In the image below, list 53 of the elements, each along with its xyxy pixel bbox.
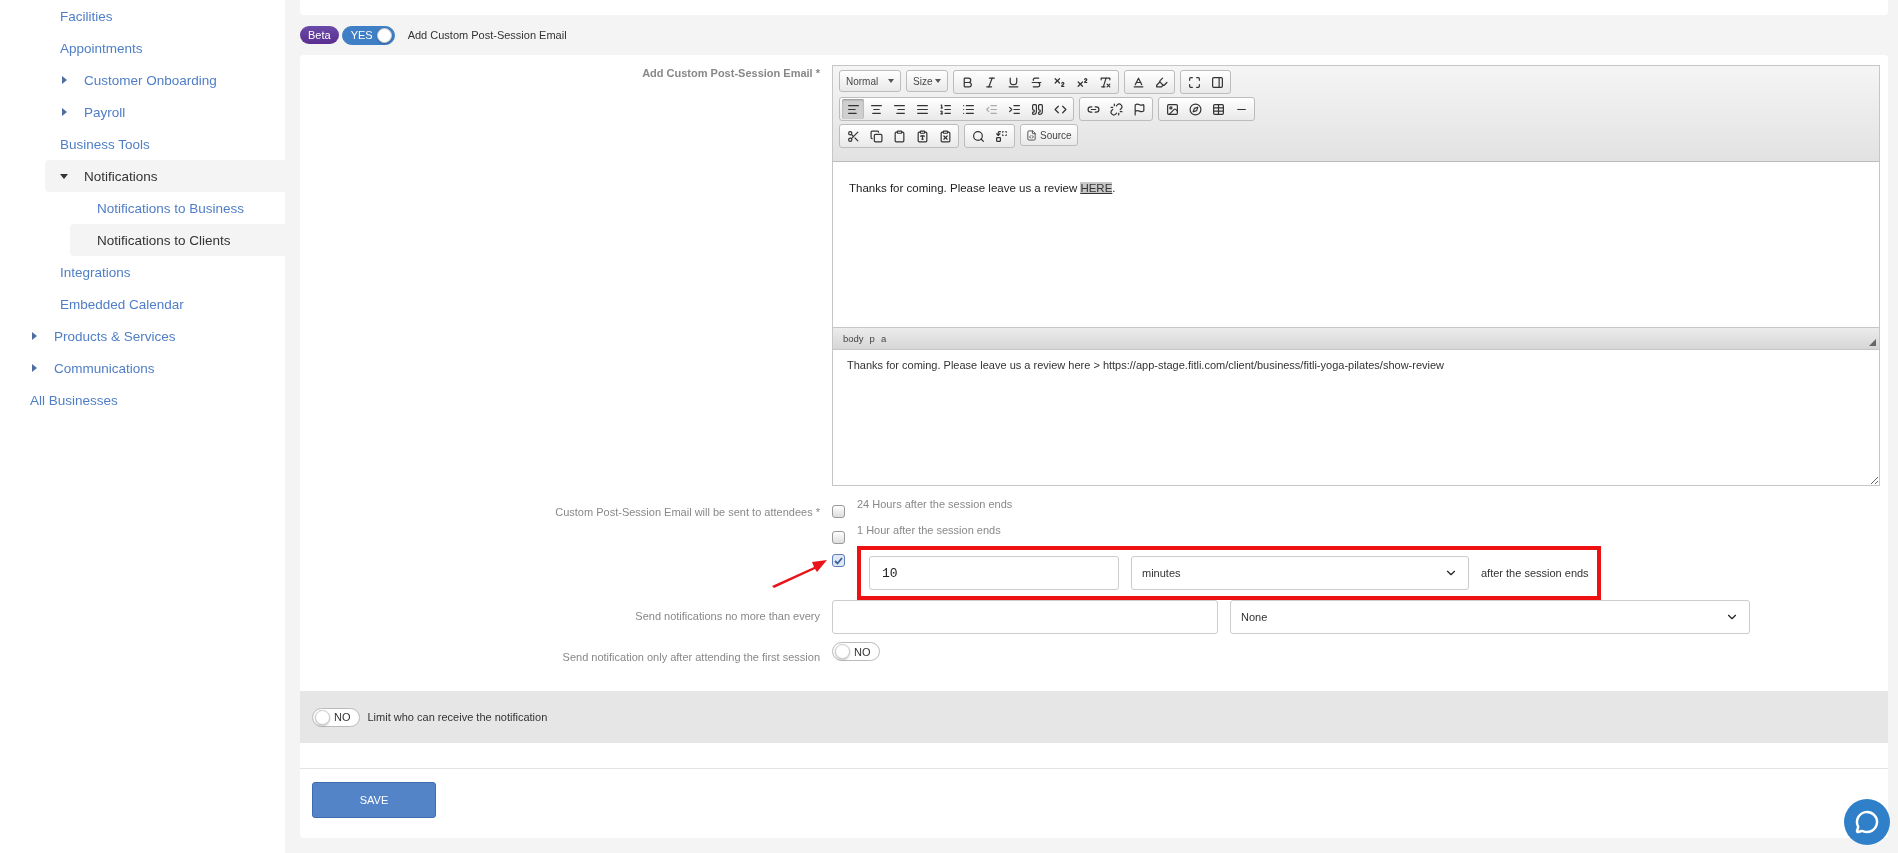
sidebar-item[interactable]: Payroll xyxy=(45,96,285,128)
save-button[interactable]: SAVE xyxy=(312,782,436,818)
sidebar-item[interactable]: Communications xyxy=(30,352,285,384)
email-body-text: Thanks for coming. Please leave us a review HERE. xyxy=(849,182,1116,194)
element-path-item[interactable]: body xyxy=(843,333,864,344)
suffix-label: after the session ends xyxy=(1481,567,1589,579)
unit-select[interactable]: minutes xyxy=(1131,556,1469,590)
checkbox[interactable] xyxy=(832,554,845,567)
caret-icon xyxy=(60,172,68,180)
sidebar-item[interactable]: Customer Onboarding xyxy=(45,64,285,96)
limit-label: Limit who can receive the notification xyxy=(367,711,548,723)
plain-text-field[interactable]: Thanks for coming. Please leave us a review here > https://app-stage.fitli.com/client/business/fitli-yoga-pilates/show-review xyxy=(833,349,1879,485)
sidebar-item[interactable]: Appointments xyxy=(45,32,285,64)
caret-icon xyxy=(935,79,941,83)
field-label: Add Custom Post-Session Email * xyxy=(642,66,820,79)
sidebar-item[interactable]: Notifications to Business xyxy=(70,192,285,224)
sidebar-item[interactable]: Business Tools xyxy=(45,128,285,160)
checkbox[interactable] xyxy=(832,530,845,544)
align-left-icon[interactable] xyxy=(842,99,864,119)
sidebar-item[interactable]: Integrations xyxy=(45,256,285,288)
interval-select[interactable]: None xyxy=(1230,600,1750,634)
option-label: 1 Hour after the session ends xyxy=(857,524,1001,536)
sidebar-item[interactable]: Products & Services xyxy=(30,320,285,352)
field-label: Send notifications no more than every xyxy=(635,609,820,622)
element-path-item[interactable]: p xyxy=(869,333,875,344)
interval-input[interactable] xyxy=(832,600,1218,634)
sidebar-item[interactable]: Notifications to Clients xyxy=(70,224,285,256)
caret-icon xyxy=(30,364,38,372)
caret-icon xyxy=(60,76,68,84)
toggle-switch[interactable]: YES xyxy=(341,25,395,45)
field-label: Custom Post-Session Email will be sent to attendees * xyxy=(555,505,820,518)
arrow-drawing xyxy=(770,558,828,588)
size-dropdown[interactable]: Size xyxy=(906,70,948,92)
beta-badge: Beta xyxy=(300,26,339,44)
caret-icon xyxy=(888,79,894,83)
number-input[interactable]: 10 xyxy=(869,556,1119,590)
source-icon xyxy=(1026,129,1037,141)
caret-icon xyxy=(30,332,38,340)
toggle-switch[interactable]: NO xyxy=(832,642,880,661)
field-label: Send notification only after attending the first session xyxy=(562,650,820,663)
sidebar-item[interactable]: Facilities xyxy=(45,0,285,32)
sidebar-item[interactable]: All Businesses xyxy=(30,384,285,416)
source-button[interactable]: Source xyxy=(1020,124,1078,146)
element-path-item[interactable]: a xyxy=(880,333,887,344)
checkbox[interactable] xyxy=(832,504,845,518)
chat-bubble-icon xyxy=(1855,810,1879,834)
section-title: Add Custom Post-Session Email xyxy=(407,29,567,41)
caret-icon xyxy=(60,108,68,116)
sidebar-item[interactable]: Notifications xyxy=(45,160,285,192)
toggle-switch[interactable]: NO xyxy=(312,707,360,727)
option-label: 24 Hours after the session ends xyxy=(857,498,1013,510)
format-dropdown[interactable]: Normal xyxy=(839,70,901,92)
sidebar-item[interactable]: Embedded Calendar xyxy=(45,288,285,320)
